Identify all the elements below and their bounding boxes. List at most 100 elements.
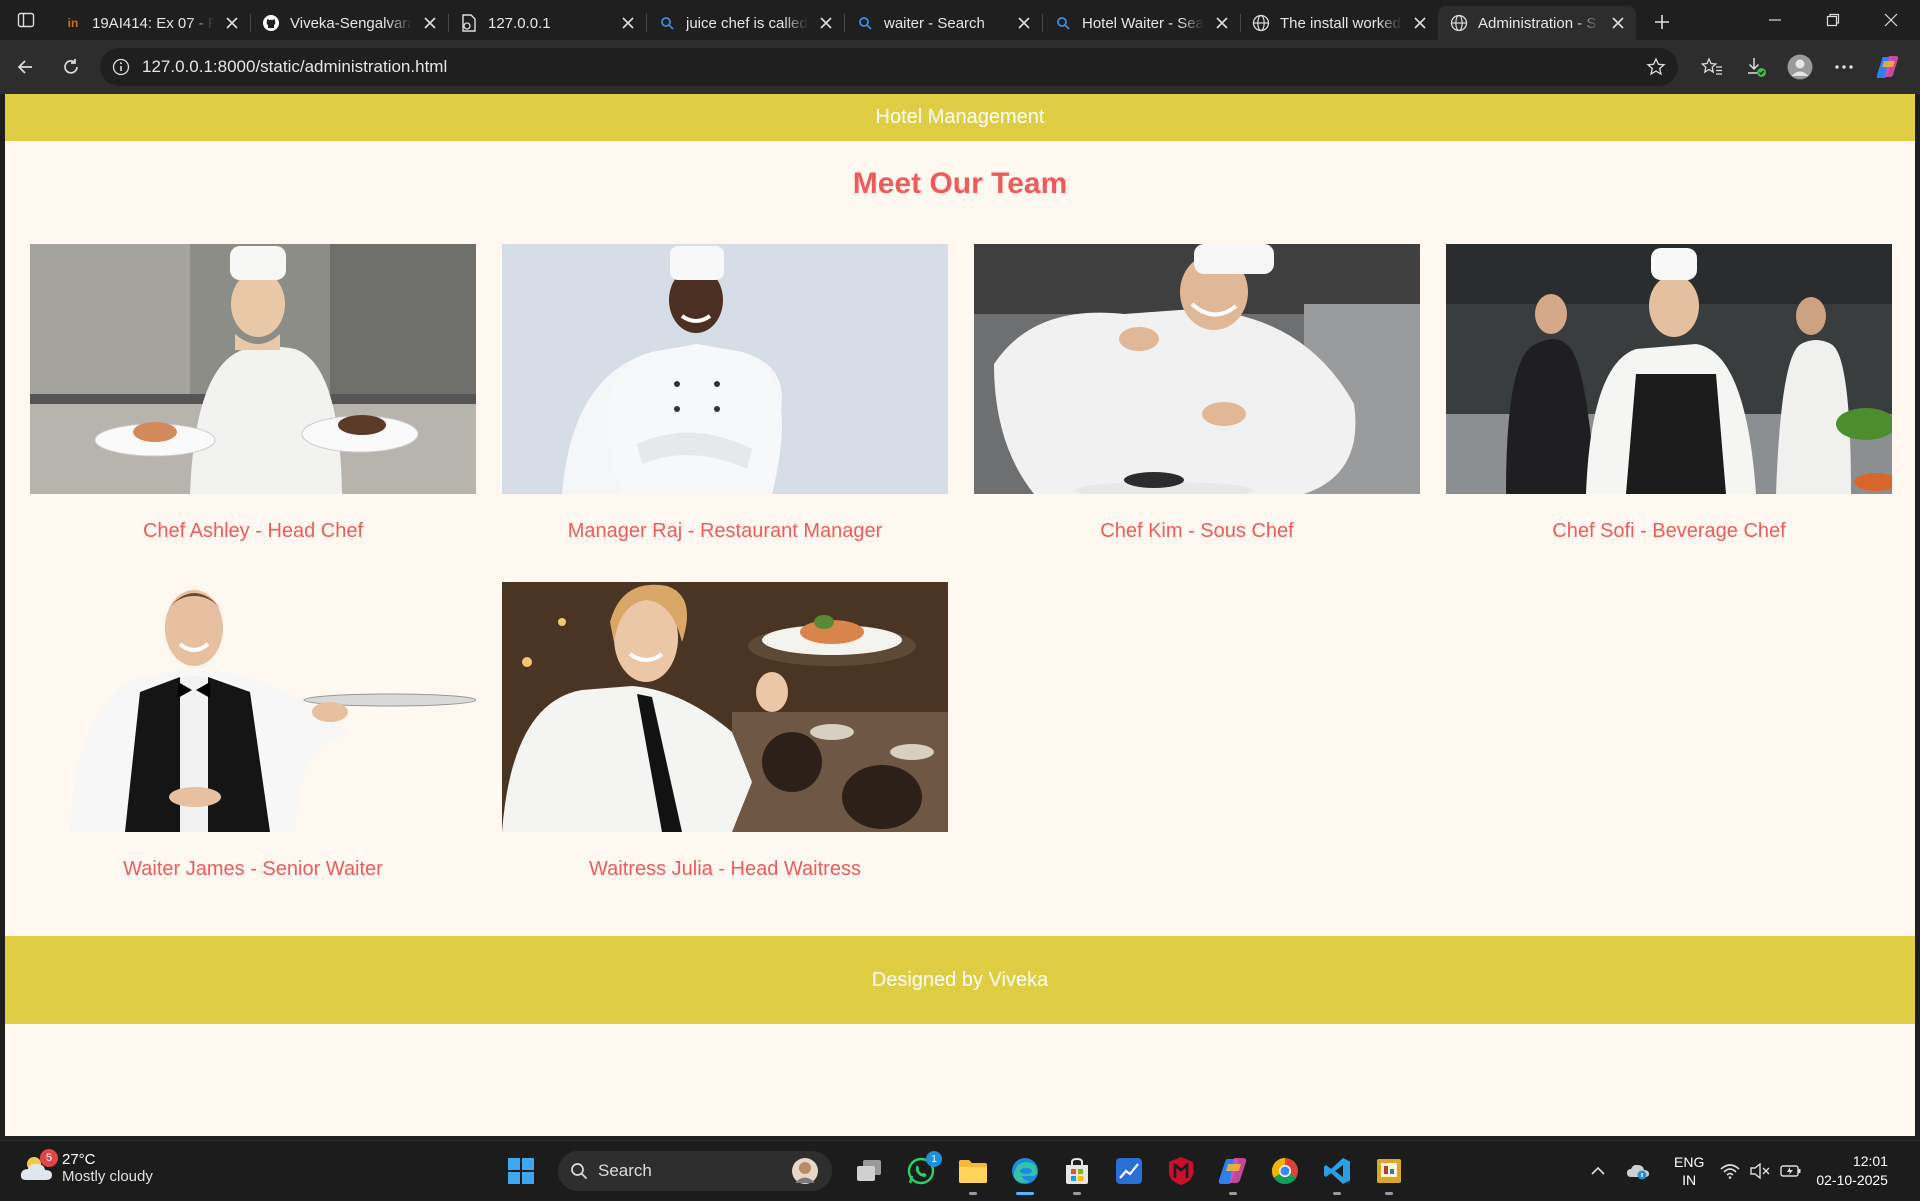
weather-condition: Mostly cloudy xyxy=(62,1168,153,1185)
team-caption: Manager Raj - Restaurant Manager xyxy=(567,520,883,542)
file-explorer-button[interactable] xyxy=(950,1151,996,1195)
store-icon xyxy=(1066,1157,1088,1184)
running-indicator xyxy=(1385,1192,1393,1195)
tab-localhost[interactable]: 127.0.0.1 xyxy=(448,6,646,40)
info-icon[interactable] xyxy=(112,58,130,76)
chef-kim-photo xyxy=(974,244,1420,494)
quick-settings-button[interactable] xyxy=(1720,1163,1802,1179)
vscode-icon xyxy=(1324,1158,1350,1184)
taskbar-search-label: Search xyxy=(598,1161,652,1180)
tab-strip: in 19AI414: Ex 07 - R Viveka-Sengalvaray… xyxy=(0,0,1920,40)
shield-icon xyxy=(1169,1157,1193,1185)
back-button[interactable] xyxy=(2,47,48,87)
taskbar-apps: Search 1 xyxy=(498,1151,1412,1195)
task-view-icon xyxy=(857,1160,881,1181)
waitress-julia-photo xyxy=(502,582,948,832)
speaker-muted-icon xyxy=(1750,1163,1770,1179)
tab-title: Administration - S xyxy=(1478,14,1597,32)
globe-icon xyxy=(1450,14,1468,32)
stocks-app-button[interactable] xyxy=(1106,1151,1152,1191)
close-icon[interactable] xyxy=(620,15,636,31)
onedrive-button[interactable] xyxy=(1618,1162,1658,1180)
file-icon xyxy=(460,14,478,32)
restore-button[interactable] xyxy=(1804,0,1862,40)
minimize-icon xyxy=(1769,19,1781,21)
team-caption: Chef Ashley - Head Chef xyxy=(142,520,364,542)
search-icon xyxy=(1054,14,1072,32)
show-hidden-icons-button[interactable] xyxy=(1578,1166,1618,1176)
taskbar: 5 27°C Mostly cloudy Search 1 ENG IN 12:… xyxy=(0,1140,1920,1200)
close-icon xyxy=(1884,13,1898,27)
new-tab-button[interactable] xyxy=(1642,5,1682,39)
team-card: Chef Ashley - Head Chef xyxy=(30,244,476,544)
tab-ex07[interactable]: in 19AI414: Ex 07 - R xyxy=(52,6,250,40)
clock-date: 02-10-2025 xyxy=(1816,1172,1888,1188)
tab-waiter-search[interactable]: waiter - Search xyxy=(844,6,1042,40)
language-indicator[interactable]: ENG IN xyxy=(1674,1153,1704,1189)
running-indicator xyxy=(1016,1192,1034,1195)
close-icon[interactable] xyxy=(1610,15,1626,31)
tab-install-worked[interactable]: The install worked xyxy=(1240,6,1438,40)
minimize-button[interactable] xyxy=(1746,0,1804,40)
favorites-button[interactable] xyxy=(1690,47,1734,87)
tab-title: 19AI414: Ex 07 - R xyxy=(92,14,214,32)
weather-widget[interactable]: 5 27°C Mostly cloudy xyxy=(20,1149,153,1185)
address-url[interactable]: 127.0.0.1:8000/static/administration.htm… xyxy=(142,57,447,77)
tab-title: Viveka-Sengalvaraya xyxy=(290,14,412,32)
tab-actions-button[interactable] xyxy=(0,0,52,40)
tab-administration[interactable]: Administration - S xyxy=(1438,6,1636,40)
cloud-sync-icon xyxy=(1627,1164,1649,1180)
tab-github[interactable]: Viveka-Sengalvaraya xyxy=(250,6,448,40)
weather-temp: 27°C xyxy=(62,1151,96,1168)
tab-juice-chef-search[interactable]: juice chef is called xyxy=(646,6,844,40)
close-window-button[interactable] xyxy=(1862,0,1920,40)
close-icon[interactable] xyxy=(1016,15,1032,31)
tab-hotel-waiter-search[interactable]: Hotel Waiter - Search xyxy=(1042,6,1240,40)
tab-title: juice chef is called xyxy=(686,14,808,32)
close-icon[interactable] xyxy=(1412,15,1428,31)
task-view-button[interactable] xyxy=(846,1151,892,1191)
start-button[interactable] xyxy=(498,1151,544,1191)
whatsapp-button[interactable]: 1 xyxy=(898,1151,944,1191)
window-controls xyxy=(1746,0,1920,40)
restore-icon xyxy=(1826,13,1840,27)
copilot-app-button[interactable] xyxy=(1210,1151,1256,1195)
team-caption: Waiter James - Senior Waiter xyxy=(123,858,383,880)
downloads-button[interactable] xyxy=(1734,47,1778,87)
close-icon[interactable] xyxy=(422,15,438,31)
avatar-icon xyxy=(1787,54,1813,80)
search-icon xyxy=(658,14,676,32)
edge-button[interactable] xyxy=(1002,1151,1048,1195)
store-button[interactable] xyxy=(1054,1151,1100,1195)
close-icon[interactable] xyxy=(818,15,834,31)
copilot-button[interactable] xyxy=(1866,47,1910,87)
close-icon[interactable] xyxy=(1214,15,1230,31)
download-icon xyxy=(1748,58,1766,77)
more-options-button[interactable] xyxy=(1822,47,1866,87)
favorite-star-icon[interactable] xyxy=(1646,57,1666,77)
clock-time: 12:01 xyxy=(1852,1153,1888,1169)
site-header: Hotel Management xyxy=(5,94,1915,141)
mcafee-button[interactable] xyxy=(1158,1151,1204,1191)
clock[interactable]: 12:01 02-10-2025 xyxy=(1816,1152,1888,1190)
search-icon xyxy=(571,1163,588,1180)
refresh-button[interactable] xyxy=(48,47,94,87)
favorites-icon xyxy=(1701,57,1722,75)
close-icon[interactable] xyxy=(224,15,240,31)
browser-toolbar: 127.0.0.1:8000/static/administration.htm… xyxy=(0,40,1920,94)
profile-button[interactable] xyxy=(1778,47,1822,87)
vscode-button[interactable] xyxy=(1314,1151,1360,1195)
windows-icon xyxy=(508,1158,534,1184)
plus-icon xyxy=(1655,15,1669,29)
site-footer: Designed by Viveka xyxy=(5,936,1915,1024)
team-card: Chef Kim - Sous Chef xyxy=(974,244,1420,544)
waiter-james-photo xyxy=(30,582,476,832)
address-bar[interactable]: 127.0.0.1:8000/static/administration.htm… xyxy=(100,48,1678,86)
language-code: ENG xyxy=(1674,1154,1705,1170)
sidebar-toggle-icon xyxy=(17,12,35,28)
site-title: Hotel Management xyxy=(875,106,1045,128)
chrome-button[interactable] xyxy=(1262,1151,1308,1191)
taskbar-search[interactable]: Search xyxy=(558,1151,832,1191)
paint-app-button[interactable] xyxy=(1366,1151,1412,1195)
manager-raj-photo xyxy=(502,244,948,494)
